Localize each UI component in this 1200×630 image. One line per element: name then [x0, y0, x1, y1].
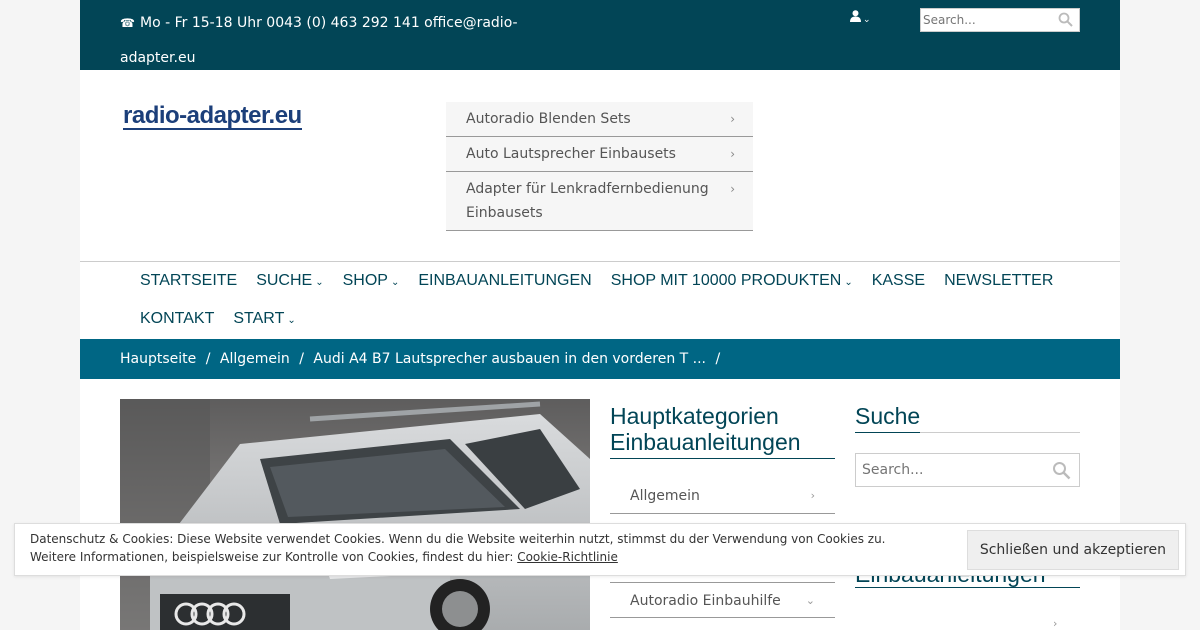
chevron-down-icon: ⌄ [287, 315, 296, 326]
nav-label: START [233, 310, 285, 327]
chevron-right-icon: › [810, 489, 815, 502]
cookie-line-1: Datenschutz & Cookies: Diese Website ver… [30, 532, 886, 546]
accept-cookies-button[interactable]: Schließen und akzeptieren [966, 530, 1179, 570]
breadcrumb: Hauptseite / Allgemein / Audi A4 B7 Laut… [80, 339, 1120, 379]
main-navigation: STARTSEITE SUCHE ⌄ SHOP ⌄ EINBAUANLEITUNGE… [80, 261, 1120, 339]
breadcrumb-separator: / [715, 351, 721, 367]
search-icon[interactable] [1058, 12, 1073, 27]
contact-info: ☎ Mo - Fr 15-18 Uhr 0043 (0) 463 292 141 … [120, 6, 520, 76]
top-search-input[interactable] [921, 9, 1051, 31]
chevron-down-icon: ⌄ [390, 277, 400, 288]
nav-label: NEWSLETTER [944, 272, 1054, 289]
user-icon [850, 10, 861, 22]
chevron-down-icon: ⌄ [863, 15, 871, 25]
cookie-banner: Datenschutz & Cookies: Diese Website ver… [14, 523, 1186, 576]
chevron-right-icon: › [1053, 617, 1058, 630]
category-label: Adapter für Lenkradfernbedienung Einbaus… [466, 181, 709, 221]
category-sidebar: Hauptkategorien Einbauanleitungen Allgem… [610, 403, 835, 618]
cookie-line-2: Weitere Informationen, beispielsweise zu… [30, 550, 518, 564]
breadcrumb-separator: / [299, 351, 304, 367]
user-menu[interactable]: ⌄ [850, 10, 871, 26]
nav-item-start[interactable]: START ⌄ [233, 310, 295, 328]
nav-row: KONTAKT START ⌄ [140, 310, 296, 328]
nav-label: KONTAKT [140, 310, 215, 327]
chevron-right-icon: › [730, 112, 735, 126]
search-icon[interactable] [1052, 461, 1071, 480]
contact-line-2: adapter.eu [120, 50, 196, 66]
site-logo[interactable]: radio-adapter.eu [123, 104, 302, 130]
widget-title: Suche [855, 403, 921, 433]
nav-label: EINBAUANLEITUNGEN [418, 272, 592, 289]
chevron-right-icon: › [730, 182, 735, 196]
sidebar-item-allgemein[interactable]: Allgemein › [610, 478, 835, 514]
contact-line-1: Mo - Fr 15-18 Uhr 0043 (0) 463 292 141 o… [140, 15, 518, 31]
car-photo [120, 399, 590, 630]
sidebar-item-label: Autoradio Einbauhilfe [630, 593, 781, 609]
nav-label: KASSE [871, 272, 926, 289]
article-image [120, 399, 590, 630]
breadcrumb-current: Audi A4 B7 Lautsprecher ausbauen in den … [313, 351, 706, 367]
sidebar-item-label: Allgemein [630, 488, 700, 504]
nav-row: STARTSEITE SUCHE ⌄ SHOP ⌄ EINBAUANLEITUNGE… [140, 272, 1053, 290]
nav-label: SHOP [342, 272, 388, 289]
chevron-right-icon: › [730, 147, 735, 161]
nav-item-suche[interactable]: SUCHE ⌄ [256, 272, 323, 290]
category-label: Auto Lautsprecher Einbausets [466, 146, 676, 162]
telephone-icon: ☎ [120, 16, 135, 30]
cookie-policy-link[interactable]: Cookie-Richtlinie [517, 550, 618, 564]
chevron-down-icon: ⌄ [844, 277, 853, 288]
breadcrumb-item[interactable]: Allgemein [220, 351, 290, 367]
category-item[interactable]: Auto Lautsprecher Einbausets › [446, 137, 753, 172]
widget-title: Hauptkategorien Einbauanleitungen [610, 403, 835, 459]
top-bar: ☎ Mo - Fr 15-18 Uhr 0043 (0) 463 292 141 … [80, 0, 1120, 70]
category-item[interactable]: Autoradio Blenden Sets › [446, 102, 753, 137]
sidebar-item-autoradio-einbauhilfe[interactable]: Autoradio Einbauhilfe ⌄ [610, 582, 835, 618]
chevron-down-icon: ⌄ [315, 277, 324, 288]
nav-label: SUCHE [256, 272, 313, 289]
category-item[interactable]: Adapter für Lenkradfernbedienung Einbaus… [446, 172, 753, 231]
nav-item-kasse[interactable]: KASSE [872, 272, 925, 290]
search-sidebar: Suche [855, 403, 1080, 487]
chevron-down-icon: ⌄ [805, 594, 815, 607]
breadcrumb-separator: / [205, 351, 211, 367]
nav-item-shop[interactable]: SHOP ⌄ [343, 272, 400, 290]
nav-item-startseite[interactable]: STARTSEITE [140, 272, 237, 290]
category-menu: Autoradio Blenden Sets › Auto Lautsprech… [446, 102, 753, 231]
nav-item-newsletter[interactable]: NEWSLETTER [944, 272, 1053, 290]
nav-item-kontakt[interactable]: KONTAKT [140, 310, 214, 328]
nav-label: STARTSEITE [140, 272, 238, 289]
nav-label: SHOP MIT 10000 PRODUKTEN [610, 272, 842, 289]
nav-item-shop-10000[interactable]: SHOP MIT 10000 PRODUKTEN ⌄ [611, 272, 853, 290]
top-search-box [920, 8, 1080, 32]
breadcrumb-item[interactable]: Hauptseite [120, 351, 196, 367]
sidebar-search-input[interactable] [856, 454, 1046, 486]
cookie-text: Datenschutz & Cookies: Diese Website ver… [30, 530, 930, 566]
nav-item-einbauanleitungen[interactable]: EINBAUANLEITUNGEN [418, 272, 591, 290]
category-label: Autoradio Blenden Sets [466, 111, 631, 127]
sidebar-search-box [855, 453, 1080, 487]
